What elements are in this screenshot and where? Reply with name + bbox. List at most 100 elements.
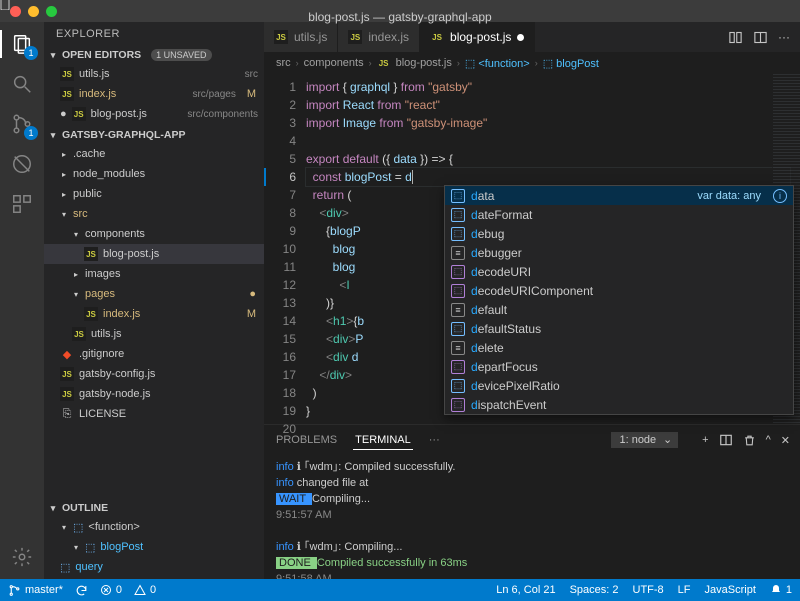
autocomplete-popup[interactable]: ⬚datavar data: anyi⬚dateFormat⬚debug≡deb… <box>444 185 794 415</box>
close-panel-icon[interactable]: ✕ <box>781 434 790 447</box>
explorer-icon[interactable]: 1 <box>8 30 36 58</box>
js-icon: JS <box>60 87 74 101</box>
source-control-icon[interactable]: 1 <box>8 110 36 138</box>
eol[interactable]: LF <box>678 584 691 596</box>
folder-images[interactable]: ▸images <box>44 264 264 284</box>
compare-icon[interactable] <box>728 30 743 45</box>
js-icon: JS <box>60 387 74 401</box>
completion-kind-icon: ⬚ <box>451 379 465 393</box>
completion-kind-icon: ≡ <box>451 303 465 317</box>
completion-kind-icon: ⬚ <box>451 208 465 222</box>
indentation[interactable]: Spaces: 2 <box>570 584 619 596</box>
completion-kind-icon: ⬚ <box>451 265 465 279</box>
open-editor-item[interactable]: JSindex.jssrc/pagesM <box>44 84 264 104</box>
js-icon: JS <box>60 67 74 81</box>
settings-gear-icon[interactable] <box>8 543 36 571</box>
autocomplete-item[interactable]: ⬚decodeURIComponent <box>445 281 793 300</box>
encoding[interactable]: UTF-8 <box>633 584 664 596</box>
editor-tab[interactable]: JSindex.js <box>338 22 420 52</box>
outline-item[interactable]: ⬚query <box>44 557 264 577</box>
open-editors-header[interactable]: ▾OPEN EDITORS 1 UNSAVED <box>44 46 264 64</box>
license-icon: ⎘ <box>60 407 74 421</box>
completion-kind-icon: ⬚ <box>451 322 465 336</box>
autocomplete-item[interactable]: ⬚devicePixelRatio <box>445 376 793 395</box>
js-icon: JS <box>60 367 74 381</box>
completion-kind-icon: ⬚ <box>451 189 465 203</box>
file-index.js[interactable]: JSindex.jsM <box>44 304 264 324</box>
editor-area: JSutils.jsJSindex.jsJSblog-post.js ··· s… <box>264 22 800 579</box>
errors-count[interactable]: 0 <box>100 584 122 596</box>
autocomplete-item[interactable]: ≡default <box>445 300 793 319</box>
window-title: blog-post.js — gatsby-graphql-app <box>0 0 800 24</box>
open-editor-item[interactable]: JSutils.jssrc <box>44 64 264 84</box>
completion-kind-icon: ⬚ <box>451 227 465 241</box>
language-mode[interactable]: JavaScript <box>705 584 756 596</box>
outline-header[interactable]: ▾OUTLINE <box>44 499 264 517</box>
activity-bar: 1 1 <box>0 22 44 579</box>
autocomplete-item[interactable]: ⬚defaultStatus <box>445 319 793 338</box>
terminal-output[interactable]: info ℹ ｢wdm｣: Compiled successfully.info… <box>264 455 800 579</box>
js-icon: JS <box>274 30 288 44</box>
unsaved-pill: 1 UNSAVED <box>151 49 211 61</box>
open-editor-item[interactable]: ●JSblog-post.jssrc/components <box>44 104 264 124</box>
editor-tab[interactable]: JSblog-post.js <box>420 22 535 52</box>
debug-icon[interactable] <box>8 150 36 178</box>
editor-tabs: JSutils.jsJSindex.jsJSblog-post.js ··· <box>264 22 800 52</box>
completion-kind-icon: ⬚ <box>451 360 465 374</box>
explorer-badge: 1 <box>24 46 38 60</box>
completion-kind-icon: ⬚ <box>451 284 465 298</box>
js-icon: JS <box>377 56 391 70</box>
sidebar: EXPLORER ▾OPEN EDITORS 1 UNSAVED JSutils… <box>44 22 264 579</box>
breadcrumb[interactable]: src› components› JSblog-post.js› ⬚ <func… <box>264 52 800 74</box>
notifications-icon[interactable]: 1 <box>770 584 792 596</box>
search-icon[interactable] <box>8 70 36 98</box>
code-editor[interactable]: 1234567891011121314151617181920 import {… <box>264 74 800 424</box>
terminal-select[interactable]: 1: node <box>611 432 678 448</box>
folder-.cache[interactable]: ▸.cache <box>44 144 264 164</box>
js-icon: JS <box>72 107 86 121</box>
autocomplete-item[interactable]: ⬚dateFormat <box>445 205 793 224</box>
git-icon: ◆ <box>60 347 74 361</box>
autocomplete-item[interactable]: ⬚datavar data: anyi <box>445 186 793 205</box>
editor-tab[interactable]: JSutils.js <box>264 22 338 52</box>
js-icon: JS <box>72 327 86 341</box>
autocomplete-item[interactable]: ⬚dispatchEvent <box>445 395 793 414</box>
warnings-count[interactable]: 0 <box>134 584 156 596</box>
file-LICENSE[interactable]: ⎘LICENSE <box>44 404 264 424</box>
outline-item[interactable]: ▾⬚<function> <box>44 517 264 537</box>
folder-src[interactable]: ▾src <box>44 204 264 224</box>
completion-kind-icon: ⬚ <box>451 398 465 412</box>
extensions-icon[interactable] <box>8 190 36 218</box>
panel: PROBLEMS TERMINAL ··· 1: node + ^ ✕ info… <box>264 424 800 579</box>
completion-kind-icon: ≡ <box>451 341 465 355</box>
folder-components[interactable]: ▾components <box>44 224 264 244</box>
file-utils.js[interactable]: JSutils.js <box>44 324 264 344</box>
folder-pages[interactable]: ▾pages● <box>44 284 264 304</box>
project-header[interactable]: ▾GATSBY-GRAPHQL-APP <box>44 126 264 144</box>
split-editor-icon[interactable] <box>753 30 768 45</box>
file-gatsby-config.js[interactable]: JSgatsby-config.js <box>44 364 264 384</box>
sync-icon[interactable] <box>75 584 88 597</box>
folder-public[interactable]: ▸public <box>44 184 264 204</box>
scm-badge: 1 <box>24 126 38 140</box>
git-branch[interactable]: master* <box>8 584 63 597</box>
file-.gitignore[interactable]: ◆.gitignore <box>44 344 264 364</box>
js-icon: JS <box>348 30 362 44</box>
more-icon[interactable]: ··· <box>778 30 790 44</box>
folder-node_modules[interactable]: ▸node_modules <box>44 164 264 184</box>
completion-kind-icon: ≡ <box>451 246 465 260</box>
file-gatsby-node.js[interactable]: JSgatsby-node.js <box>44 384 264 404</box>
autocomplete-item[interactable]: ⬚decodeURI <box>445 262 793 281</box>
file-blog-post.js[interactable]: JSblog-post.js <box>44 244 264 264</box>
autocomplete-item[interactable]: ⬚debug <box>445 224 793 243</box>
js-icon: JS <box>84 307 98 321</box>
autocomplete-item[interactable]: ⬚departFocus <box>445 357 793 376</box>
cursor-position[interactable]: Ln 6, Col 21 <box>496 584 555 596</box>
titlebar: blog-post.js — gatsby-graphql-app <box>0 0 800 22</box>
info-icon[interactable]: i <box>773 189 787 203</box>
autocomplete-item[interactable]: ≡delete <box>445 338 793 357</box>
statusbar: master* 0 0 Ln 6, Col 21 Spaces: 2 UTF-8… <box>0 579 800 601</box>
dirty-dot-icon <box>517 34 524 41</box>
outline-item[interactable]: ▾⬚blogPost <box>44 537 264 557</box>
autocomplete-item[interactable]: ≡debugger <box>445 243 793 262</box>
